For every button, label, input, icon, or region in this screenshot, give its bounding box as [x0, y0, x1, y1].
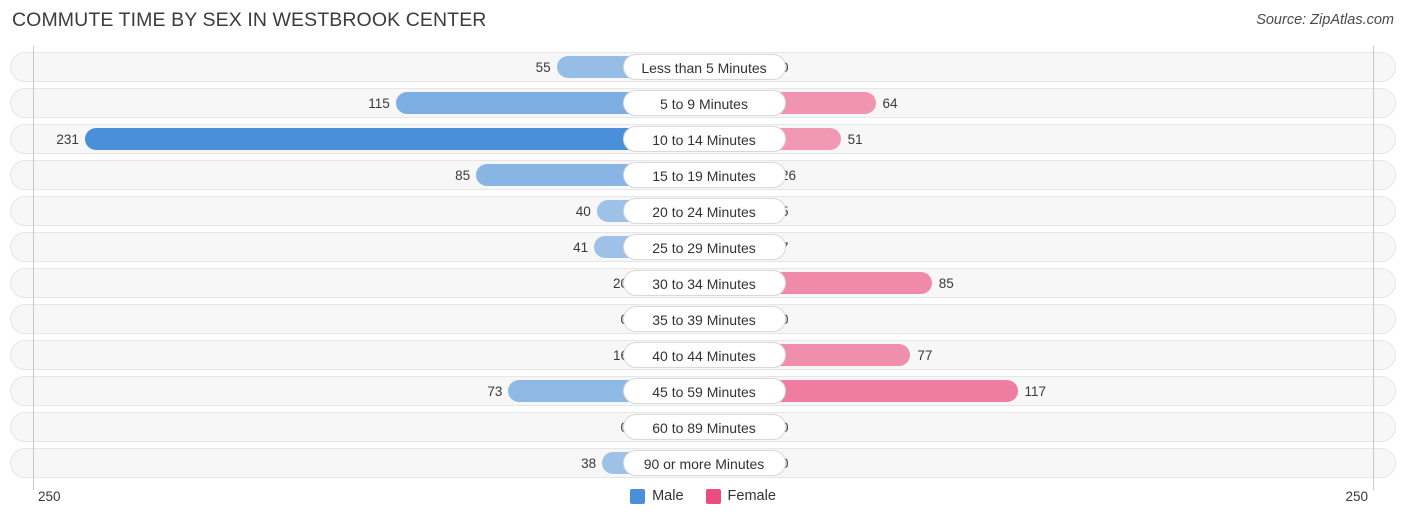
bar-row-inner: 38 090 or more Minutes: [11, 449, 1395, 477]
bar-row-inner: 40 520 to 24 Minutes: [11, 197, 1395, 225]
bar-row: 0 060 to 89 Minutes: [10, 412, 1396, 442]
bar-row: 115 64 5 to 9 Minutes: [10, 88, 1396, 118]
bar-value-female: 64: [882, 96, 898, 111]
axis-line-right: [1373, 46, 1374, 490]
bar-value-male: 115: [368, 96, 390, 111]
chart-plot-area: 550Less than 5 Minutes115645 to 9 Minute…: [0, 46, 1406, 490]
bar-row: 55 0Less than 5 Minutes: [10, 52, 1396, 82]
bar-value-female: 77: [917, 348, 933, 363]
bar-row: 0 035 to 39 Minutes: [10, 304, 1396, 334]
bar-value-female: 51: [847, 132, 863, 147]
legend-label: Female: [727, 488, 776, 504]
page-title: COMMUTE TIME BY SEX IN WESTBROOK CENTER: [12, 9, 487, 31]
legend-item[interactable]: Female: [705, 488, 776, 504]
bar-row-inner: 20 85 30 to 34 Minutes: [11, 269, 1395, 297]
bar-row-label: 45 to 59 Minutes: [622, 378, 786, 404]
bar-row: 73 117 45 to 59 Minutes: [10, 376, 1396, 406]
bar-value-female: 0: [781, 53, 841, 83]
bar-row-label: 10 to 14 Minutes: [622, 126, 786, 152]
legend-item[interactable]: Male: [630, 488, 684, 504]
bar-row-label: 40 to 44 Minutes: [622, 342, 786, 368]
bar-row-inner: 16 77 40 to 44 Minutes: [11, 341, 1395, 369]
bar-value-male: 73: [487, 384, 503, 399]
bar-value-female: 117: [1024, 384, 1047, 399]
bar-value-male: 0: [568, 413, 628, 443]
bar-row-label: 20 to 24 Minutes: [622, 198, 786, 224]
bar-row: 38 090 or more Minutes: [10, 448, 1396, 478]
bar-row-label: 5 to 9 Minutes: [622, 90, 786, 116]
bar-row-label: 60 to 89 Minutes: [622, 414, 786, 440]
bar-value-male: 231: [56, 132, 79, 147]
source-attribution: Source: ZipAtlas.com: [1256, 12, 1394, 28]
bar-value-male: 20: [612, 276, 628, 291]
bar-value-female: 0: [781, 449, 841, 479]
legend-swatch-icon: [705, 488, 721, 504]
bar-row-label: 35 to 39 Minutes: [622, 306, 786, 332]
bar-male[interactable]: [84, 128, 704, 150]
bar-row-inner: 0 060 to 89 Minutes: [11, 413, 1395, 441]
bar-value-female: 0: [781, 413, 841, 443]
bar-value-male: 0: [568, 305, 628, 335]
bar-value-female: 0: [781, 305, 841, 335]
bar-row: 85 26 15 to 19 Minutes: [10, 160, 1396, 190]
bar-value-male: 85: [455, 168, 471, 183]
bar-row-label: 25 to 29 Minutes: [622, 234, 786, 260]
bar-row: 20 85 30 to 34 Minutes: [10, 268, 1396, 298]
bar-value-female: 5: [781, 197, 841, 227]
bar-row-inner: 55 0Less than 5 Minutes: [11, 53, 1395, 81]
bar-row: 16 77 40 to 44 Minutes: [10, 340, 1396, 370]
bar-row-inner: 115 64 5 to 9 Minutes: [11, 89, 1395, 117]
bar-row-inner: 0 035 to 39 Minutes: [11, 305, 1395, 333]
bar-value-female: 85: [938, 276, 954, 291]
axis-line-left: [33, 46, 34, 490]
bar-row: 231 51 10 to 14 Minutes: [10, 124, 1396, 154]
bar-row-inner: 73 117 45 to 59 Minutes: [11, 377, 1395, 405]
chart-legend: Male Female: [0, 488, 1406, 504]
bar-row: 41 725 to 29 Minutes: [10, 232, 1396, 262]
chart-header: COMMUTE TIME BY SEX IN WESTBROOK CENTER …: [0, 0, 1406, 46]
bar-value-male: 41: [573, 240, 589, 255]
legend-swatch-icon: [630, 488, 646, 504]
bar-row-inner: 231 51 10 to 14 Minutes: [11, 125, 1395, 153]
bar-value-male: 38: [581, 456, 597, 471]
bar-row-label: Less than 5 Minutes: [622, 54, 786, 80]
bar-row-inner: 41 725 to 29 Minutes: [11, 233, 1395, 261]
bar-row: 40 520 to 24 Minutes: [10, 196, 1396, 226]
bar-row-label: 15 to 19 Minutes: [622, 162, 786, 188]
legend-label: Male: [652, 488, 684, 504]
bar-row-label: 90 or more Minutes: [622, 450, 786, 476]
bar-value-male: 55: [535, 60, 551, 75]
bar-row-inner: 85 26 15 to 19 Minutes: [11, 161, 1395, 189]
bar-row-label: 30 to 34 Minutes: [622, 270, 786, 296]
chart-footer: 250 250 Male Female: [0, 486, 1406, 523]
bar-value-female: 7: [781, 233, 841, 263]
bar-value-male: 16: [612, 348, 628, 363]
bar-value-male: 40: [575, 204, 591, 219]
bar-value-female: 26: [781, 168, 797, 183]
